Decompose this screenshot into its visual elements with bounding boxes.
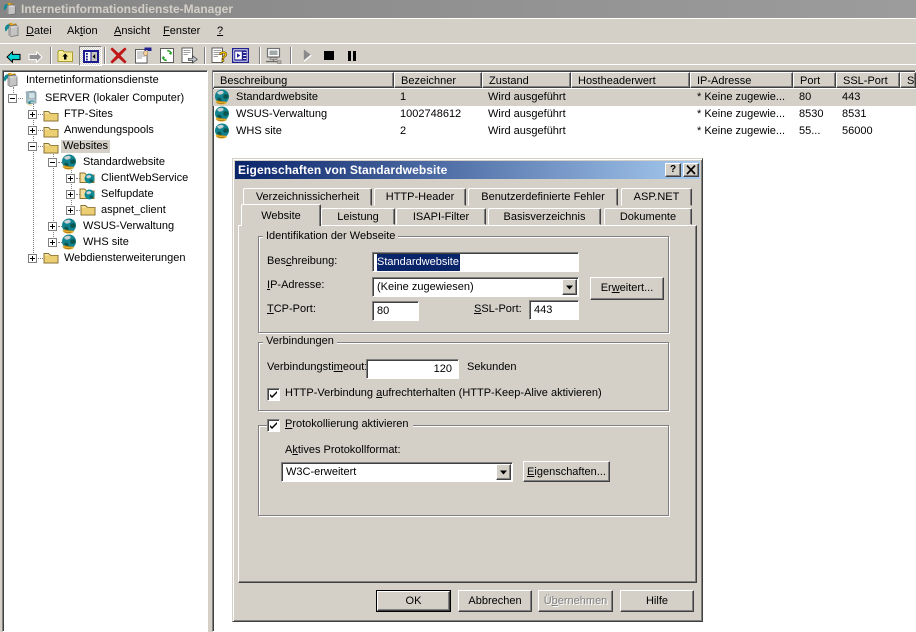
svg-text:?: ? (219, 50, 228, 65)
